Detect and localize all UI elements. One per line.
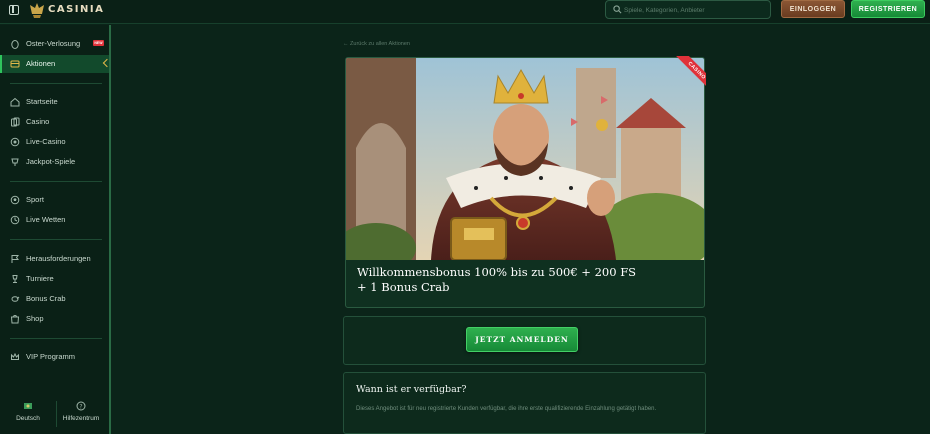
jackpot-icon: [11, 158, 19, 166]
sidebar-item-live-casino[interactable]: Live-Casino: [0, 133, 109, 151]
egg-icon: [11, 40, 19, 49]
sidebar-item-label: Bonus Crab: [26, 294, 66, 303]
sidebar-item-sport[interactable]: Sport: [0, 191, 109, 209]
new-badge: NEW: [93, 40, 104, 46]
search-icon: [613, 5, 622, 14]
challenge-icon: [11, 255, 19, 263]
register-button[interactable]: REGISTRIEREN: [851, 0, 925, 18]
join-now-button[interactable]: JETZT ANMELDEN: [466, 327, 578, 352]
promo-title: Willkommensbonus 100% bis zu 500€ + 200 …: [357, 265, 677, 295]
search-box[interactable]: [605, 0, 771, 19]
language-button[interactable]: Deutsch: [3, 401, 53, 431]
sidebar-divider: [10, 83, 102, 84]
home-icon: [10, 97, 20, 107]
sidebar-item-shop[interactable]: Shop: [0, 310, 109, 328]
availability-card: [343, 372, 706, 434]
sidebar-item-label: Aktionen: [26, 59, 56, 68]
sidebar-item-label: Turniere: [26, 274, 54, 283]
sidebar-item-oster-verlosung[interactable]: Oster-Verlosung NEW: [0, 35, 109, 53]
live-bet-icon: [10, 215, 20, 225]
promo-card: Willkommensbonus 100% bis zu 500€ + 200 …: [345, 57, 705, 308]
promo-king-image: [346, 58, 704, 260]
sidebar-item-label: Live Wetten: [26, 215, 66, 224]
sidebar-item-live-wetten[interactable]: Live Wetten: [0, 211, 109, 229]
sidebar-item-label: Sport: [26, 195, 44, 204]
sidebar-item-startseite[interactable]: Startseite: [0, 93, 109, 111]
help-label: Hilfezentrum: [62, 415, 100, 422]
login-button[interactable]: EINLOGGEN: [781, 0, 845, 18]
sidebar-item-label: Shop: [26, 314, 44, 323]
sidebar-item-label: Jackpot-Spiele: [26, 157, 76, 166]
shop-icon: [10, 315, 20, 324]
sidebar-divider: [10, 338, 102, 339]
back-link-label: Zurück zu allen Aktionen: [350, 41, 410, 47]
help-icon: ?: [76, 401, 86, 411]
help-center-button[interactable]: ? Hilfezentrum: [56, 401, 106, 431]
cards-icon: [11, 117, 20, 127]
promo-title-line1: Willkommensbonus 100% bis zu 500€ + 200 …: [357, 265, 637, 279]
language-label: Deutsch: [16, 415, 40, 422]
search-input[interactable]: [624, 3, 768, 17]
casino-ribbon: CASINO: [666, 56, 706, 96]
availability-title: Wann ist er verfügbar?: [356, 384, 467, 395]
sidebar-item-label: Live-Casino: [26, 137, 66, 146]
svg-text:?: ?: [79, 403, 82, 410]
sidebar-divider: [10, 239, 102, 240]
availability-text: Dieses Angebot ist für neu registrierte …: [356, 406, 657, 412]
sidebar-item-bonus-crab[interactable]: Bonus Crab: [0, 290, 109, 308]
sidebar-item-label: Startseite: [26, 97, 58, 106]
live-icon: [10, 137, 20, 147]
sidebar-item-label: Casino: [26, 117, 50, 126]
flag-icon: [24, 403, 32, 409]
crown-icon: [11, 352, 19, 360]
sidebar-item-label: Oster-Verlosung: [26, 39, 81, 48]
logo-text[interactable]: CASINIA: [48, 4, 104, 15]
sidebar-divider: [10, 181, 102, 182]
sidebar-item-jackpot-spiele[interactable]: Jackpot-Spiele: [0, 153, 109, 171]
casinia-logo-icon[interactable]: [27, 1, 47, 19]
sidebar-item-aktionen[interactable]: Aktionen: [0, 55, 109, 73]
sidebar: Oster-Verlosung NEW Aktionen Startseite …: [0, 25, 112, 434]
sidebar-item-herausforderungen[interactable]: Herausforderungen: [0, 250, 109, 268]
sidebar-item-casino[interactable]: Casino: [0, 113, 109, 131]
promotions-icon: [10, 60, 20, 68]
ribbon-label: CASINO: [686, 60, 706, 81]
sidebar-item-vip-programm[interactable]: VIP Programm: [0, 348, 109, 366]
sidebar-item-label: Herausforderungen: [26, 254, 91, 263]
trophy-icon: [12, 275, 18, 283]
ball-icon: [10, 195, 20, 205]
top-bar: CASINIA EINLOGGEN REGISTRIEREN: [0, 0, 930, 24]
back-to-promotions-link[interactable]: ← Zurück zu allen Aktionen: [343, 41, 410, 47]
crab-icon: [11, 296, 20, 302]
sidebar-item-turniere[interactable]: Turniere: [0, 270, 109, 288]
promo-title-line2: + 1 Bonus Crab: [357, 280, 450, 294]
sidebar-item-label: VIP Programm: [26, 352, 76, 361]
sidebar-toggle-icon[interactable]: [9, 5, 19, 15]
